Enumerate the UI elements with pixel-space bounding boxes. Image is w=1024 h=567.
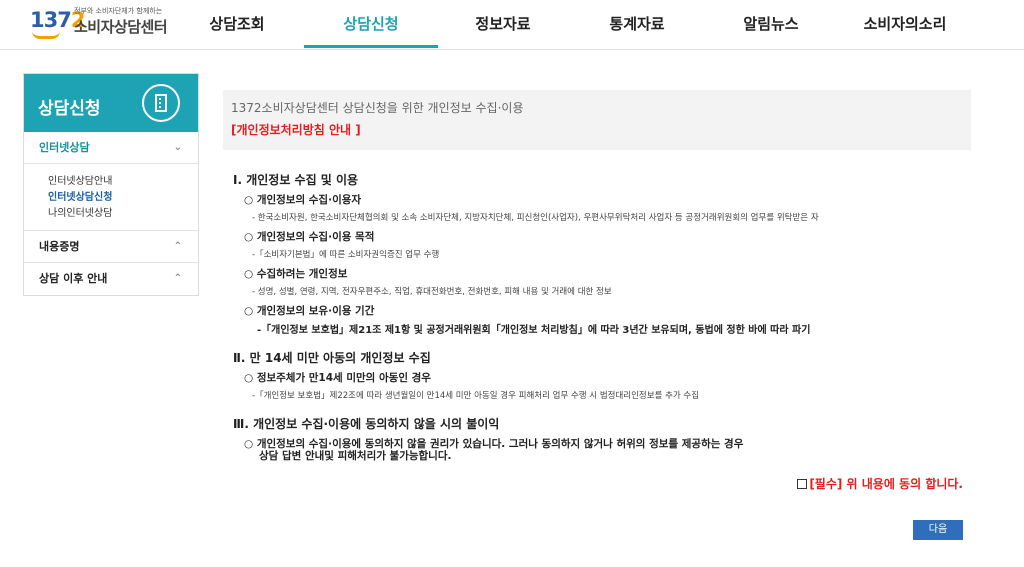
nav-item-info[interactable]: 정보자료 (436, 0, 570, 48)
site-header: 1372 정부와 소비자단체가 함께하는 소비자상담센터 상담조회 상담신청 정… (0, 0, 1024, 50)
consent-row: [필수] 위 내용에 동의 합니다. (797, 475, 963, 492)
intro-box: 1372소비자상담센터 상담신청을 위한 개인정보 수집·이용 [개인정보처리방… (223, 90, 971, 150)
sidebar-subitem-mine[interactable]: 나의인터넷상담 (48, 206, 198, 222)
item-detail: -「소비자기본법」에 따른 소비자권익증진 업무 수행 (252, 250, 440, 260)
sidebar-header: 상담신청 (24, 74, 198, 132)
item-heading: ○ 개인정보의 보유·이용 기간 (244, 305, 375, 317)
main-nav: 상담조회 상담신청 정보자료 통계자료 알림뉴스 소비자의소리 (170, 0, 990, 50)
item-heading-cont: 상담 답변 안내및 피해처리가 불가능합니다. (259, 450, 452, 462)
chevron-up-icon: ⌃ (173, 241, 182, 252)
sidebar-item-certified-mail[interactable]: 내용증명 ⌃ (24, 231, 198, 263)
sidebar-subitem-apply[interactable]: 인터넷상담신청 (48, 190, 198, 206)
section-heading-2: Ⅱ. 만 14세 미만 아동의 개인정보 수집 (233, 351, 431, 365)
logo-swoosh-icon (32, 31, 60, 39)
item-detail: - 한국소비자원, 한국소비자단체협의회 및 소속 소비자단체, 지방자치단체,… (252, 213, 819, 223)
sidebar-item-after-consult[interactable]: 상담 이후 안내 ⌃ (24, 263, 198, 295)
nav-item-stats[interactable]: 통계자료 (570, 0, 704, 48)
building-icon (142, 84, 180, 122)
section-heading-1: Ⅰ. 개인정보 수집 및 이용 (233, 173, 359, 187)
nav-item-news[interactable]: 알림뉴스 (704, 0, 838, 48)
item-heading: ○ 수집하려는 개인정보 (244, 268, 348, 280)
chevron-down-icon: ⌄ (173, 142, 182, 153)
consent-checkbox[interactable] (797, 478, 808, 489)
item-heading: ○ 정보주체가 만14세 미만의 아동인 경우 (244, 372, 431, 384)
privacy-policy-link[interactable]: [개인정보처리방침 안내 ] (231, 121, 361, 138)
section-heading-3: Ⅲ. 개인정보 수집·이용에 동의하지 않을 시의 불이익 (233, 417, 500, 431)
sidebar-sublist: 인터넷상담안내 인터넷상담신청 나의인터넷상담 (24, 164, 198, 231)
site-logo[interactable]: 1372 정부와 소비자단체가 함께하는 소비자상담센터 (30, 4, 170, 44)
item-heading: ○ 개인정보의 수집·이용자 (244, 194, 362, 206)
consent-label[interactable]: [필수] 위 내용에 동의 합니다. (809, 475, 963, 492)
sidebar-item-internet-consult[interactable]: 인터넷상담 ⌄ (24, 132, 198, 164)
nav-item-apply[interactable]: 상담신청 (304, 0, 438, 48)
sidebar: 상담신청 인터넷상담 ⌄ 인터넷상담안내 인터넷상담신청 나의인터넷상담 내용증… (23, 73, 199, 296)
logo-tagline: 정부와 소비자단체가 함께하는 (74, 7, 163, 15)
nav-item-lookup[interactable]: 상담조회 (170, 0, 304, 48)
item-detail: -「개인정보 보호법」제21조 제1항 및 공정거래위원회「개인정보 처리방침」… (257, 325, 811, 336)
item-heading: ○ 개인정보의 수집·이용 목적 (244, 231, 375, 243)
nav-item-voice[interactable]: 소비자의소리 (838, 0, 972, 48)
next-button[interactable]: 다음 (913, 520, 963, 540)
intro-title: 1372소비자상담센터 상담신청을 위한 개인정보 수집·이용 (231, 101, 524, 115)
chevron-up-icon: ⌃ (173, 273, 182, 284)
item-detail: - 성명, 성별, 연령, 지역, 전자우편주소, 직업, 휴대전화번호, 전화… (252, 287, 612, 297)
item-detail: -「개인정보 보호법」제22조에 따라 생년월일이 만14세 미만 아동일 경우… (252, 391, 700, 401)
sidebar-subitem-guide[interactable]: 인터넷상담안내 (48, 174, 198, 190)
sidebar-title: 상담신청 (38, 99, 101, 119)
logo-name: 소비자상담센터 (74, 18, 168, 36)
